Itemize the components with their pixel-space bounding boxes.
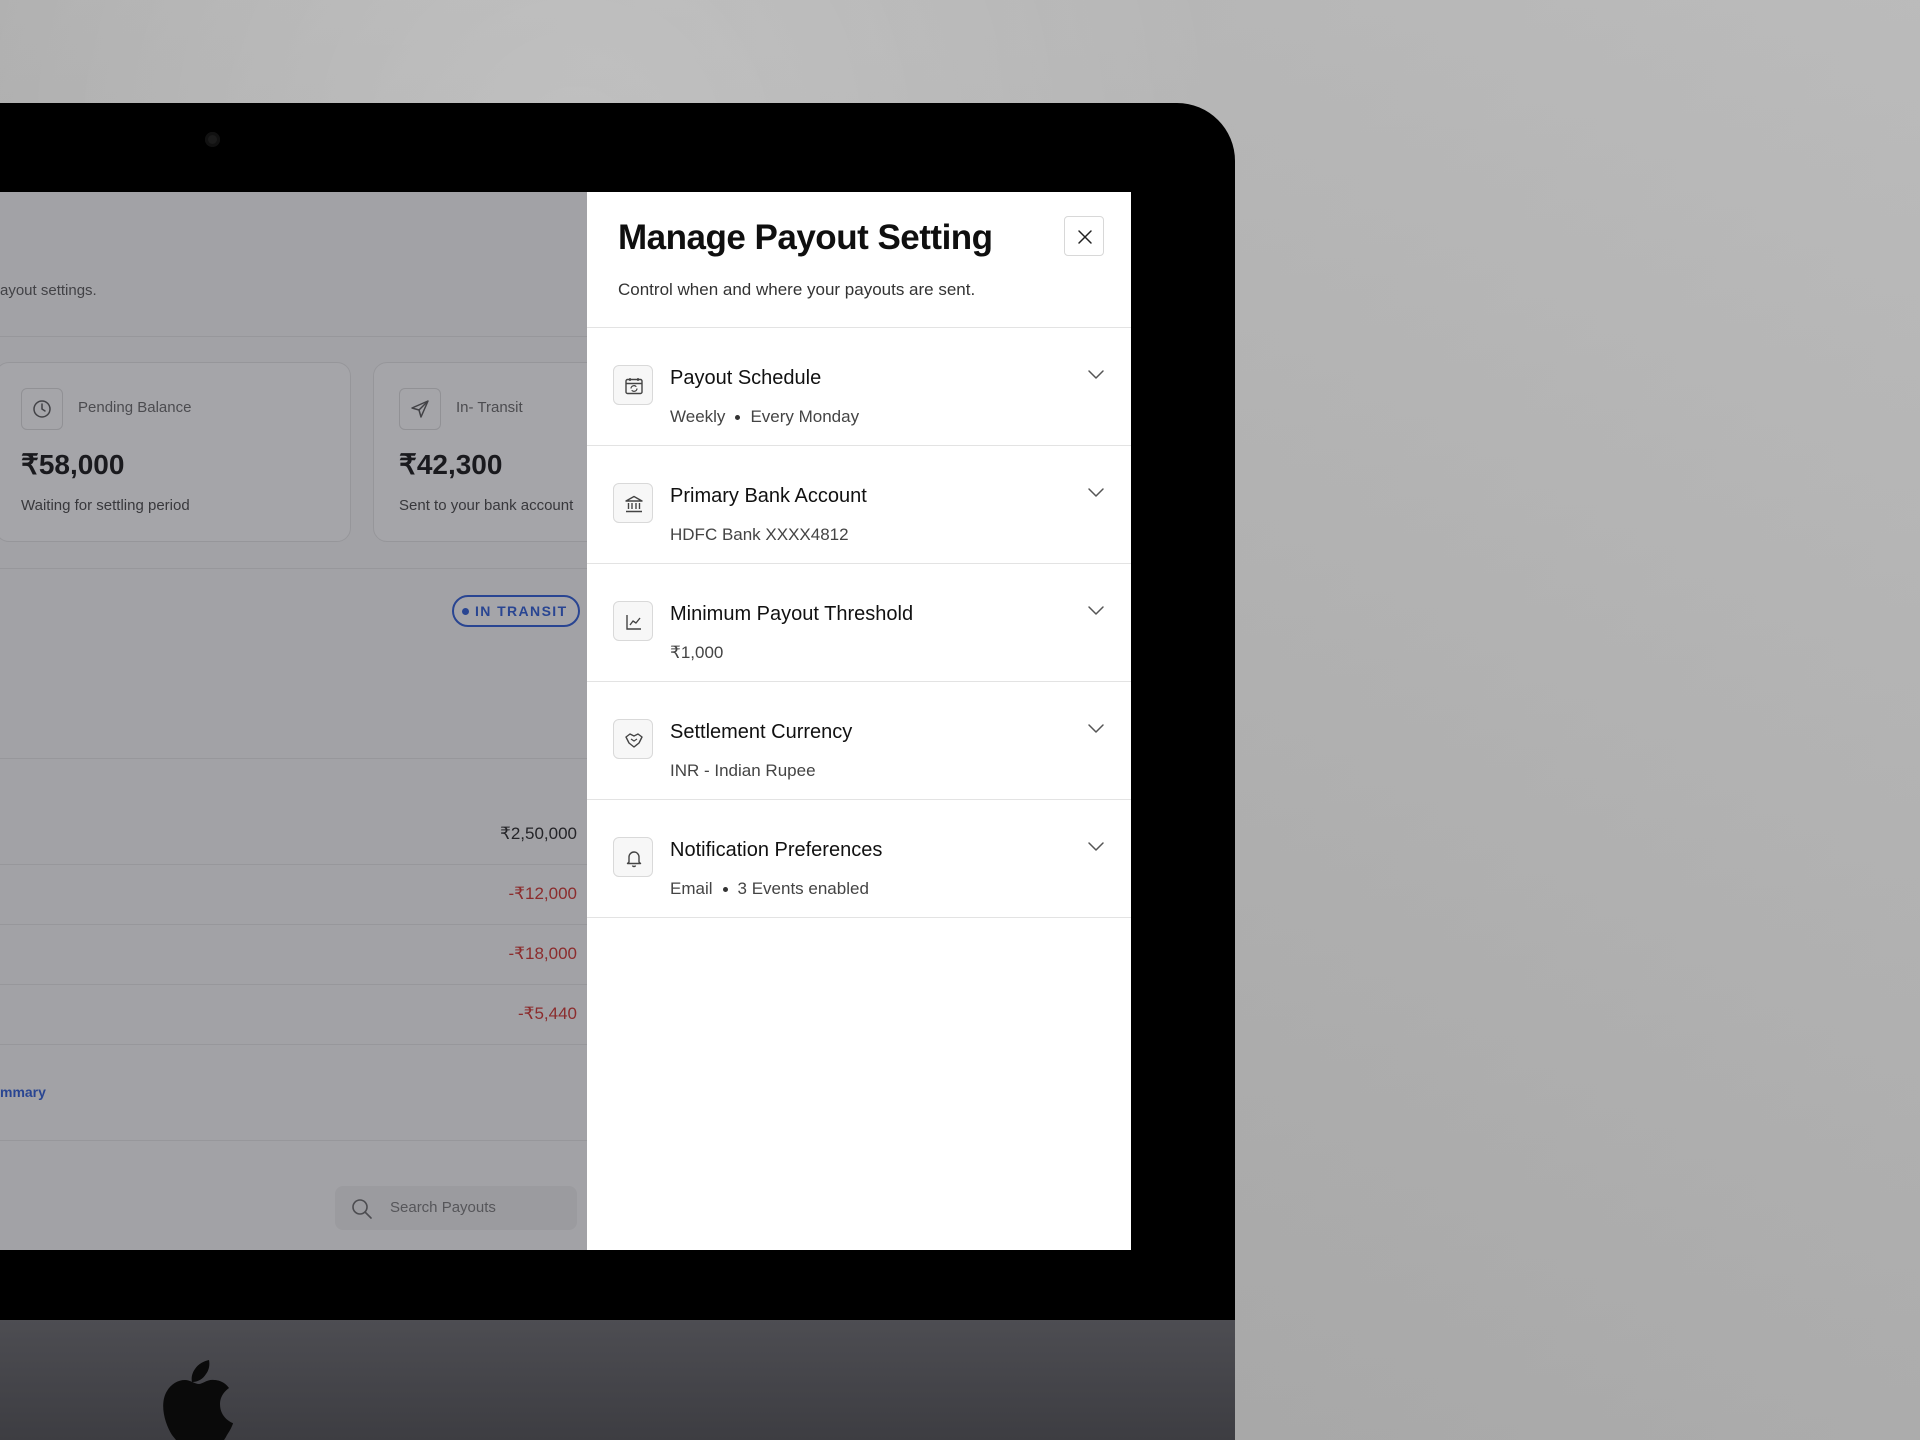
chevron-down-icon[interactable] <box>1087 840 1105 852</box>
separator-dot <box>735 414 741 420</box>
close-icon <box>1078 230 1092 244</box>
close-button[interactable] <box>1064 216 1104 256</box>
calendar-sync-icon <box>613 365 653 405</box>
chevron-down-icon[interactable] <box>1087 604 1105 616</box>
apple-logo-icon <box>163 1360 233 1440</box>
setting-title: Minimum Payout Threshold <box>670 603 914 625</box>
setting-settlement-currency[interactable]: Settlement Currency INR - Indian Rupee <box>587 682 1131 799</box>
schedule-frequency: Weekly <box>670 407 726 426</box>
manage-payout-drawer: Manage Payout Setting Control when and w… <box>587 192 1131 1250</box>
bell-icon <box>613 837 653 877</box>
setting-title: Payout Schedule <box>670 367 822 389</box>
divider <box>587 917 1131 918</box>
notification-events: 3 Events enabled <box>737 879 869 898</box>
schedule-day: Every Monday <box>750 407 860 426</box>
setting-value: ₹1,000 <box>670 643 723 663</box>
bank-account-value: HDFC Bank XXXX4812 <box>670 525 849 544</box>
currency-value: INR - Indian Rupee <box>670 761 816 780</box>
setting-minimum-payout-threshold[interactable]: Minimum Payout Threshold ₹1,000 <box>587 564 1131 681</box>
chevron-down-icon[interactable] <box>1087 368 1105 380</box>
webcam <box>205 132 220 147</box>
setting-title: Notification Preferences <box>670 839 883 861</box>
monitor-chin <box>0 1320 1235 1440</box>
setting-value: INR - Indian Rupee <box>670 761 816 781</box>
setting-title: Settlement Currency <box>670 721 853 743</box>
setting-title: Primary Bank Account <box>670 485 867 507</box>
modal-overlay[interactable] <box>0 192 587 1250</box>
setting-value: Weekly Every Monday <box>670 407 859 427</box>
drawer-subtitle: Control when and where your payouts are … <box>618 280 976 299</box>
setting-payout-schedule[interactable]: Payout Schedule Weekly Every Monday <box>587 328 1131 445</box>
drawer-title: Manage Payout Setting <box>618 218 993 257</box>
handshake-icon <box>613 719 653 759</box>
chart-line-icon <box>613 601 653 641</box>
chevron-down-icon[interactable] <box>1087 486 1105 498</box>
screen: ayout settings. Pending Balance ₹58,000 … <box>0 192 1131 1250</box>
setting-primary-bank-account[interactable]: Primary Bank Account HDFC Bank XXXX4812 <box>587 446 1131 563</box>
separator-dot <box>722 886 728 892</box>
bank-icon <box>613 483 653 523</box>
setting-value: Email 3 Events enabled <box>670 879 869 899</box>
setting-notification-preferences[interactable]: Notification Preferences Email 3 Events … <box>587 800 1131 917</box>
threshold-value: ₹1,000 <box>670 643 724 662</box>
notification-channel: Email <box>670 879 713 898</box>
monitor-frame: ayout settings. Pending Balance ₹58,000 … <box>0 103 1235 1440</box>
setting-value: HDFC Bank XXXX4812 <box>670 525 849 545</box>
chevron-down-icon[interactable] <box>1087 722 1105 734</box>
